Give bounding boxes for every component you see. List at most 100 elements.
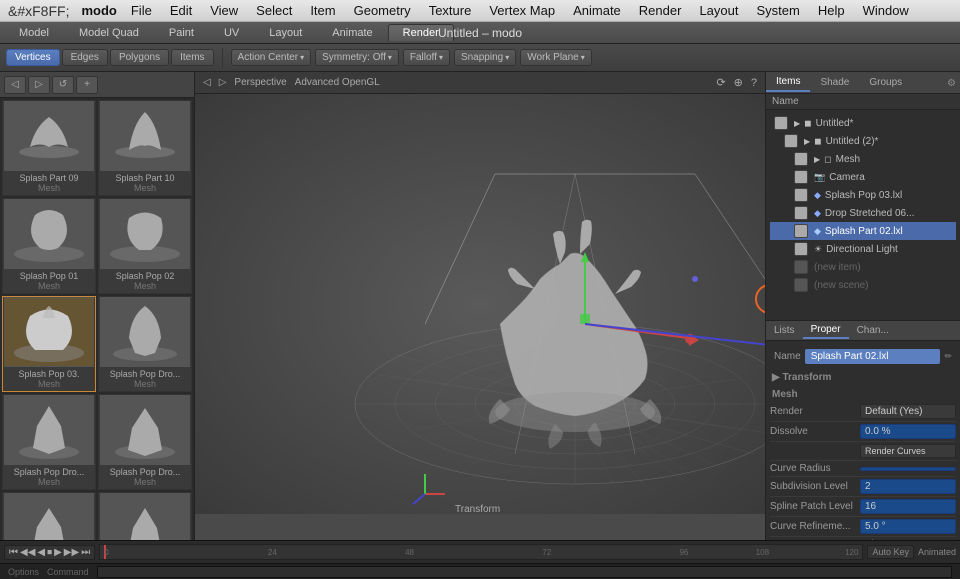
tree-item-camera[interactable]: 📷 Camera: [770, 168, 956, 186]
command-input-area[interactable]: [97, 566, 952, 578]
visibility-toggle[interactable]: [794, 188, 808, 202]
tab-shade[interactable]: Shade: [810, 74, 859, 91]
viewport-canvas[interactable]: All Vertices Channels: 0 Deformers: ON G…: [195, 94, 765, 514]
edges-button[interactable]: Edges: [62, 49, 108, 66]
menu-view[interactable]: View: [202, 1, 246, 20]
visibility-toggle[interactable]: [774, 116, 788, 130]
skip-start-button[interactable]: ⏮: [9, 547, 18, 558]
menu-layout[interactable]: Layout: [691, 1, 746, 20]
list-item[interactable]: Splash Pop Dro...Mesh: [98, 492, 192, 540]
snapping-dropdown[interactable]: Snapping ▾: [454, 49, 516, 66]
prev-frame-button[interactable]: ◀: [37, 547, 45, 558]
viewport-icon-2[interactable]: ⊕: [734, 76, 743, 89]
tab-proper[interactable]: Proper: [803, 322, 849, 339]
tab-lists[interactable]: Lists: [766, 323, 803, 338]
auto-key-button[interactable]: Auto Key: [867, 545, 914, 559]
name-value[interactable]: Splash Part 02.lxl: [805, 349, 941, 364]
tab-animate[interactable]: Animate: [317, 24, 387, 41]
menu-file[interactable]: File: [123, 1, 160, 20]
visibility-toggle[interactable]: [794, 152, 808, 166]
tree-item-mesh[interactable]: ▶ ◻ Mesh: [770, 150, 956, 168]
render-curves-value[interactable]: Render Curves: [860, 444, 956, 458]
viewport-icon-3[interactable]: ?: [751, 77, 757, 89]
list-item[interactable]: Splash Pop 01Mesh: [2, 198, 96, 294]
item-icon: ◻: [824, 154, 831, 165]
dissolve-value[interactable]: 0.0 %: [860, 424, 956, 439]
tree-item-splash-pop[interactable]: ◆ Splash Pop 03.lxl: [770, 186, 956, 204]
list-item[interactable]: Splash Pop Dro...Mesh: [2, 492, 96, 540]
tab-model-quad[interactable]: Model Quad: [64, 24, 154, 41]
visibility-toggle[interactable]: [794, 278, 808, 292]
list-item[interactable]: Splash Part 09Mesh: [2, 100, 96, 196]
list-item[interactable]: Splash Pop Dro...Mesh: [98, 296, 192, 392]
visibility-toggle[interactable]: [784, 134, 798, 148]
scene-options-icon[interactable]: ⚙: [947, 78, 956, 89]
work-plane-dropdown[interactable]: Work Plane ▾: [520, 49, 592, 66]
render-value[interactable]: Default (Yes): [860, 404, 956, 419]
menu-animate[interactable]: Animate: [565, 1, 629, 20]
menu-select[interactable]: Select: [248, 1, 300, 20]
list-item[interactable]: Splash Pop Dro...Mesh: [98, 394, 192, 490]
polygons-button[interactable]: Polygons: [110, 49, 169, 66]
list-item[interactable]: Splash Pop 03.Mesh: [2, 296, 96, 392]
vertices-button[interactable]: Vertices: [6, 49, 60, 66]
falloff-dropdown[interactable]: Falloff ▾: [403, 49, 450, 66]
item-icon: ◼: [804, 118, 811, 129]
tree-item-drop-stretched[interactable]: ◆ Drop Stretched 06...: [770, 204, 956, 222]
sp-value[interactable]: 16: [860, 499, 956, 514]
nav-forward-icon[interactable]: ▷: [219, 77, 227, 88]
add-button[interactable]: +: [76, 76, 98, 94]
tab-items[interactable]: Items: [766, 73, 810, 92]
visibility-toggle[interactable]: [794, 224, 808, 238]
cr-value[interactable]: [860, 467, 956, 471]
menu-window[interactable]: Window: [855, 1, 917, 20]
menu-render[interactable]: Render: [631, 1, 690, 20]
tree-item-untitled2[interactable]: ▶ ◼ Untitled (2)*: [770, 132, 956, 150]
tab-channels[interactable]: Chan...: [849, 323, 897, 338]
tree-item-splash-part[interactable]: ◆ Splash Part 02.lxl: [770, 222, 956, 240]
back-button[interactable]: ◁: [4, 76, 26, 94]
symmetry-dropdown[interactable]: Symmetry: Off ▾: [315, 49, 399, 66]
play-button[interactable]: ▶: [54, 547, 62, 558]
menu-geometry[interactable]: Geometry: [346, 1, 419, 20]
crm-value[interactable]: 5.0 °: [860, 519, 956, 534]
tree-item-new-scene[interactable]: (new scene): [770, 276, 956, 294]
tree-item-dir-light[interactable]: ☀ Directional Light: [770, 240, 956, 258]
visibility-toggle[interactable]: [794, 206, 808, 220]
stop-button[interactable]: ⏹: [47, 547, 52, 558]
sync-button[interactable]: ↺: [52, 76, 74, 94]
render-label: Render: [770, 406, 860, 417]
tab-uv[interactable]: UV: [209, 24, 254, 41]
list-item[interactable]: Splash Pop Dro...Mesh: [2, 394, 96, 490]
sl-value[interactable]: 2: [860, 479, 956, 494]
menu-item[interactable]: Item: [302, 1, 343, 20]
menu-texture[interactable]: Texture: [421, 1, 480, 20]
viewport-icon-1[interactable]: ⟳: [716, 76, 725, 89]
visibility-toggle[interactable]: [794, 242, 808, 256]
menu-help[interactable]: Help: [810, 1, 853, 20]
tab-layout[interactable]: Layout: [254, 24, 317, 41]
name-edit-icon[interactable]: ✏: [944, 351, 952, 362]
tab-model[interactable]: Model: [4, 24, 64, 41]
perspective-label: Perspective: [234, 77, 286, 88]
list-item[interactable]: Splash Part 10Mesh: [98, 100, 192, 196]
tab-paint[interactable]: Paint: [154, 24, 209, 41]
tree-item-untitled[interactable]: ▶ ◼ Untitled*: [770, 114, 956, 132]
viewport[interactable]: ◁ ▷ Perspective Advanced OpenGL ⟳ ⊕ ?: [195, 72, 765, 540]
menu-edit[interactable]: Edit: [162, 1, 200, 20]
skip-end-button[interactable]: ⏭: [81, 547, 90, 558]
prev-key-button[interactable]: ◀◀: [20, 547, 35, 558]
visibility-toggle[interactable]: [794, 260, 808, 274]
forward-button[interactable]: ▷: [28, 76, 50, 94]
menu-vertex-map[interactable]: Vertex Map: [481, 1, 563, 20]
tab-groups[interactable]: Groups: [859, 74, 912, 91]
items-button[interactable]: Items: [171, 49, 213, 66]
next-frame-button[interactable]: ▶▶: [64, 547, 79, 558]
action-center-dropdown[interactable]: Action Center ▾: [231, 49, 312, 66]
tree-item-new-item[interactable]: (new item): [770, 258, 956, 276]
list-item[interactable]: Splash Pop 02Mesh: [98, 198, 192, 294]
nav-back-icon[interactable]: ◁: [203, 77, 211, 88]
chevron-down-icon: ▾: [300, 53, 304, 62]
menu-system[interactable]: System: [748, 1, 807, 20]
visibility-toggle[interactable]: [794, 170, 808, 184]
